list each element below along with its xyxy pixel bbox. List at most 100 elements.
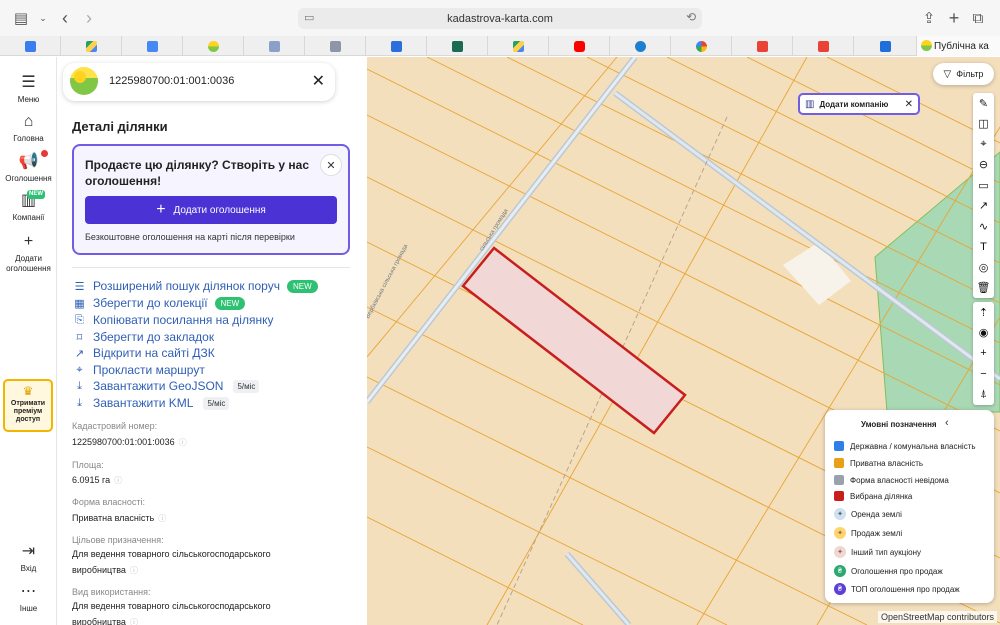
tab-site-a[interactable] xyxy=(244,36,305,56)
tab-gmail-2[interactable] xyxy=(793,36,854,56)
back-button[interactable]: ‹ xyxy=(54,8,76,28)
chevron-left-icon[interactable]: ‹ xyxy=(945,417,949,429)
sidebar-toggle-icon[interactable]: ▤ xyxy=(10,8,32,28)
legend-label: Приватна власність xyxy=(850,458,924,468)
arrow-icon[interactable]: ↗ xyxy=(973,196,994,217)
info-icon[interactable]: ⓘ xyxy=(114,476,122,485)
rail-login[interactable]: ⇥ Вхід xyxy=(0,543,57,574)
legend-label: Продаж землі xyxy=(851,528,903,538)
filter-button[interactable]: ▽ Фільтр xyxy=(933,63,994,85)
tab-files[interactable] xyxy=(122,36,183,56)
purpose-value-row: Для ведення товарного сільськогосподарсь… xyxy=(72,546,322,579)
rail-ads[interactable]: 📢 Оголошення xyxy=(0,150,57,184)
tab-kadastr[interactable] xyxy=(183,36,244,56)
legend-item: Державна / комунальна власність xyxy=(834,440,976,452)
action-label: Зберегти до колекції xyxy=(93,296,208,310)
action-download-geojson[interactable]: ⤓ Завантажити GeoJSON 5/міс xyxy=(73,378,260,394)
tab-site-flower[interactable] xyxy=(610,36,671,56)
tab-site-b[interactable] xyxy=(366,36,427,56)
new-badge: NEW xyxy=(214,296,246,310)
rail-home[interactable]: ⌂ Головна xyxy=(0,113,57,144)
promo-close-button[interactable]: ✕ xyxy=(320,154,342,176)
ruler-icon[interactable]: ✎ xyxy=(973,93,994,114)
legend-label: Державна / комунальна власність xyxy=(850,441,976,451)
address-bar[interactable]: ▭ kadastrova-karta.com ⟲ xyxy=(298,8,702,29)
top-listing-icon: ₴ xyxy=(834,583,846,595)
add-company-button[interactable]: ▥ Додати компанію ✕ xyxy=(798,93,920,115)
add-listing-button[interactable]: + Додати оголошення xyxy=(85,196,337,224)
page-settings-icon[interactable]: ▭ xyxy=(304,11,314,24)
ownership-value-row: Приватна власність ⓘ xyxy=(72,510,322,527)
rail-more-label: Інше xyxy=(19,604,38,613)
promo-title: Продаєте цю ділянку? Створіть у нас огол… xyxy=(85,158,310,188)
site-logo[interactable] xyxy=(70,67,98,95)
map-canvas[interactable]: Вербківська сільська громада сільська гр… xyxy=(367,57,1000,625)
rectangle-icon[interactable]: ▭ xyxy=(973,175,994,196)
rail-ads-label: Оголошення xyxy=(5,174,52,183)
my-location-icon[interactable]: ◉ xyxy=(973,323,994,344)
new-tab-button[interactable]: + xyxy=(943,8,965,28)
notification-dot xyxy=(41,150,48,157)
rail-add-ad[interactable]: + Додати оголошення xyxy=(0,233,57,274)
info-icon[interactable]: ⓘ xyxy=(130,566,138,575)
tab-docs[interactable] xyxy=(0,36,61,56)
drive-icon xyxy=(512,40,524,52)
close-icon[interactable]: ✕ xyxy=(905,99,913,110)
info-icon[interactable]: ⓘ xyxy=(179,438,187,447)
freehand-icon[interactable]: ∿ xyxy=(973,216,994,237)
info-icon[interactable]: ⓘ xyxy=(158,514,166,523)
legend-label: Оренда землі xyxy=(851,509,902,519)
legend-swatch xyxy=(834,475,844,485)
zoom-out-button[interactable]: − xyxy=(973,364,994,385)
share-icon[interactable]: ⇪ xyxy=(918,8,940,28)
trash-icon[interactable]: 🗑 xyxy=(973,278,994,299)
close-icon[interactable]: ✕ xyxy=(312,71,325,91)
tab-active[interactable]: Публічна ка xyxy=(917,36,1000,56)
tab-drive-2[interactable] xyxy=(488,36,549,56)
legend-label: Інший тип аукціону xyxy=(851,547,921,557)
action-bookmark[interactable]: ⌑ Зберегти до закладок xyxy=(73,329,214,345)
tab-youtube[interactable] xyxy=(549,36,610,56)
translate-icon[interactable]: ⟲ xyxy=(686,10,696,24)
forward-button[interactable]: › xyxy=(78,8,100,28)
tab-site-e[interactable] xyxy=(427,36,488,56)
rail-menu-label: Меню xyxy=(17,95,40,104)
tab-google[interactable] xyxy=(671,36,732,56)
action-label: Розширений пошук ділянок поруч xyxy=(93,279,280,293)
ownership-label: Форма власності: xyxy=(72,497,145,507)
polygon-icon[interactable]: ◫ xyxy=(973,114,994,135)
premium-button[interactable]: ♛ Отримати преміум доступ xyxy=(3,379,53,432)
rail-more[interactable]: ⋯ Інше xyxy=(0,583,57,614)
map-attribution[interactable]: OpenStreetMap contributors xyxy=(877,611,997,623)
tab-overview-icon[interactable]: ⧉ xyxy=(967,8,989,28)
action-save-collection[interactable]: ▦ Зберегти до колекції NEW xyxy=(73,295,246,311)
zoom-in-button[interactable]: + xyxy=(973,343,994,364)
north-icon[interactable]: ⍋ xyxy=(973,384,994,405)
legend-label: Форма власності невідома xyxy=(850,475,949,485)
marker-icon[interactable]: ⌖ xyxy=(973,134,994,155)
action-route[interactable]: ⌖ Прокласти маршрут xyxy=(73,362,204,378)
tab-drive[interactable] xyxy=(61,36,122,56)
text-icon[interactable]: T xyxy=(973,237,994,258)
location-pin-icon[interactable]: ◎ xyxy=(973,257,994,278)
rail-companies-label: Компанії xyxy=(12,213,45,222)
sell-promo-card: Продаєте цю ділянку? Створіть у нас огол… xyxy=(72,144,350,255)
rail-companies[interactable]: ▥ Компанії NEW xyxy=(0,190,57,223)
info-icon[interactable]: ⓘ xyxy=(130,618,138,625)
circle-icon[interactable]: ⊖ xyxy=(973,155,994,176)
compass-icon[interactable]: ⇡ xyxy=(973,302,994,323)
action-download-kml[interactable]: ⤓ Завантажити KML 5/міс xyxy=(73,395,230,411)
cadastral-value-row: 1225980700:01:001:0036 ⓘ xyxy=(72,434,322,451)
tab-site-shield[interactable] xyxy=(854,36,917,56)
tab-gmail[interactable] xyxy=(732,36,793,56)
action-copy-link[interactable]: ⎘ Копіювати посилання на ділянку xyxy=(73,312,273,328)
chevron-down-icon[interactable]: ⌄ xyxy=(32,8,54,28)
home-icon: ⌂ xyxy=(23,113,34,130)
rail-menu[interactable]: ☰ Меню xyxy=(0,74,57,105)
action-open-dzk[interactable]: ↗ Відкрити на сайті ДЗК xyxy=(73,345,215,361)
selected-parcel[interactable] xyxy=(461,246,687,435)
action-nearby-search[interactable]: ☰ Розширений пошук ділянок поруч NEW xyxy=(73,278,318,294)
docs-icon xyxy=(24,40,36,52)
tab-site-j[interactable] xyxy=(305,36,366,56)
action-label: Завантажити GeoJSON xyxy=(93,379,224,393)
